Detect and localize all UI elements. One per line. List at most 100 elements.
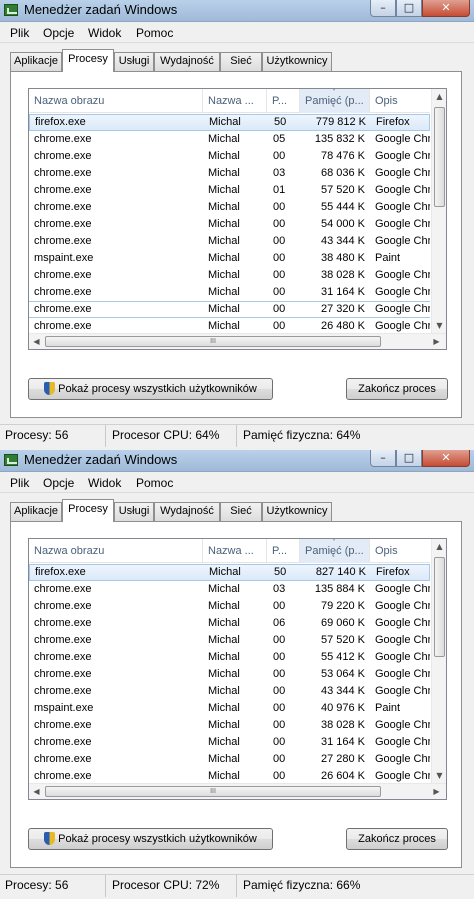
process-row[interactable]: chrome.exe Michal 01 57 520 K Google Chro	[29, 182, 430, 199]
horizontal-scroll-thumb[interactable]: III	[45, 786, 381, 797]
minimize-button[interactable]: –	[370, 0, 396, 17]
process-row[interactable]: chrome.exe Michal 00 57 520 K Google Chro	[29, 632, 430, 649]
process-row[interactable]: chrome.exe Michal 00 43 344 K Google Chro	[29, 233, 430, 250]
close-button[interactable]: ✕	[422, 450, 470, 467]
column-cpu[interactable]: P...	[267, 89, 300, 113]
process-cpu: 06	[273, 617, 286, 629]
process-list[interactable]: Nazwa obrazu Nazwa ... P... ▼Pamięć (p..…	[28, 538, 447, 800]
vertical-scrollbar[interactable]: ▲ ▼	[431, 539, 446, 783]
tab-uzytkownicy[interactable]: Użytkownicy	[262, 52, 332, 71]
process-row[interactable]: chrome.exe Michal 06 69 060 K Google Chro	[29, 615, 430, 632]
scroll-up-icon[interactable]: ▲	[432, 89, 446, 104]
process-memory: 31 164 K	[320, 736, 365, 748]
tab-siec[interactable]: Sieć	[220, 52, 262, 71]
maximize-button[interactable]: □	[396, 0, 422, 17]
tab-uslugi[interactable]: Usługi	[114, 52, 154, 71]
process-description: Google Chro	[375, 201, 430, 213]
process-name: chrome.exe	[34, 634, 92, 646]
process-row[interactable]: chrome.exe Michal 00 53 064 K Google Chro	[29, 666, 430, 683]
scroll-right-icon[interactable]: ▶	[429, 784, 444, 799]
menu-plik[interactable]: Plik	[10, 476, 29, 490]
column-description[interactable]: Opis	[370, 539, 430, 563]
end-process-button[interactable]: Zakończ proces	[346, 828, 448, 850]
process-row[interactable]: chrome.exe Michal 00 27 280 K Google Chro	[29, 751, 430, 768]
menu-plik[interactable]: Plik	[10, 26, 29, 40]
process-row[interactable]: chrome.exe Michal 00 31 164 K Google Chro	[29, 734, 430, 751]
horizontal-scrollbar[interactable]: ◀ III ▶	[29, 333, 446, 349]
column-memory-label: Pamięć (p...	[305, 95, 364, 107]
process-user: Michal	[208, 269, 240, 281]
horizontal-scrollbar[interactable]: ◀ III ▶	[29, 783, 446, 799]
tab-siec[interactable]: Sieć	[220, 502, 262, 521]
process-user: Michal	[208, 634, 240, 646]
menu-pomoc[interactable]: Pomoc	[136, 476, 173, 490]
menu-pomoc[interactable]: Pomoc	[136, 26, 173, 40]
tab-uslugi[interactable]: Usługi	[114, 502, 154, 521]
scroll-left-icon[interactable]: ◀	[29, 784, 44, 799]
process-description: Google Chro	[375, 736, 430, 748]
column-description[interactable]: Opis	[370, 89, 430, 113]
minimize-button[interactable]: –	[370, 450, 396, 467]
menu-opcje[interactable]: Opcje	[43, 476, 74, 490]
process-row[interactable]: mspaint.exe Michal 00 40 976 K Paint	[29, 700, 430, 717]
tab-wydajnosc[interactable]: Wydajność	[154, 52, 220, 71]
process-row[interactable]: chrome.exe Michal 00 54 000 K Google Chro	[29, 216, 430, 233]
scroll-down-icon[interactable]: ▼	[432, 768, 446, 783]
column-user-name[interactable]: Nazwa ...	[203, 539, 267, 563]
scroll-up-icon[interactable]: ▲	[432, 539, 446, 554]
tab-wydajnosc[interactable]: Wydajność	[154, 502, 220, 521]
sort-arrow-icon: ▼	[330, 89, 338, 95]
column-image-name[interactable]: Nazwa obrazu	[29, 539, 203, 563]
menu-opcje[interactable]: Opcje	[43, 26, 74, 40]
process-cpu: 00	[273, 651, 286, 663]
process-row[interactable]: chrome.exe Michal 00 27 320 K Google Chro	[29, 301, 430, 318]
process-row[interactable]: chrome.exe Michal 00 38 028 K Google Chro	[29, 717, 430, 734]
process-memory: 57 520 K	[320, 634, 365, 646]
show-all-processes-button[interactable]: Pokaż procesy wszystkich użytkowników	[28, 828, 273, 850]
title-bar[interactable]: Menedżer zadań Windows – □ ✕	[0, 0, 474, 22]
process-row[interactable]: chrome.exe Michal 00 55 444 K Google Chro	[29, 199, 430, 216]
process-row[interactable]: chrome.exe Michal 00 78 476 K Google Chro	[29, 148, 430, 165]
tab-aplikacje[interactable]: Aplikacje	[10, 52, 62, 71]
scroll-left-icon[interactable]: ◀	[29, 334, 44, 349]
process-memory: 69 060 K	[320, 617, 365, 629]
scroll-down-icon[interactable]: ▼	[432, 318, 446, 333]
end-process-button[interactable]: Zakończ proces	[346, 378, 448, 400]
tab-procesy[interactable]: Procesy	[62, 49, 114, 72]
column-cpu[interactable]: P...	[267, 539, 300, 563]
process-row[interactable]: chrome.exe Michal 00 31 164 K Google Chro	[29, 284, 430, 301]
menu-widok[interactable]: Widok	[88, 26, 121, 40]
process-row[interactable]: chrome.exe Michal 03 135 884 K Google Chro	[29, 581, 430, 598]
show-all-processes-button[interactable]: Pokaż procesy wszystkich użytkowników	[28, 378, 273, 400]
process-row[interactable]: firefox.exe Michal 50 779 812 K Firefox	[29, 114, 430, 131]
close-button[interactable]: ✕	[422, 0, 470, 17]
process-row[interactable]: chrome.exe Michal 05 135 832 K Google Chro	[29, 131, 430, 148]
process-user: Michal	[208, 252, 240, 264]
menu-widok[interactable]: Widok	[88, 476, 121, 490]
horizontal-scroll-thumb[interactable]: III	[45, 336, 381, 347]
process-cpu: 00	[273, 634, 286, 646]
process-row[interactable]: mspaint.exe Michal 00 38 480 K Paint	[29, 250, 430, 267]
processes-panel: Nazwa obrazu Nazwa ... P... ▼Pamięć (p..…	[10, 521, 462, 868]
maximize-button[interactable]: □	[396, 450, 422, 467]
vertical-scrollbar[interactable]: ▲ ▼	[431, 89, 446, 333]
process-row[interactable]: chrome.exe Michal 00 55 412 K Google Chro	[29, 649, 430, 666]
process-row[interactable]: chrome.exe Michal 00 43 344 K Google Chro	[29, 683, 430, 700]
column-memory[interactable]: ▼Pamięć (p...	[300, 539, 370, 563]
title-bar[interactable]: Menedżer zadań Windows – □ ✕	[0, 450, 474, 472]
process-row[interactable]: firefox.exe Michal 50 827 140 K Firefox	[29, 564, 430, 581]
column-image-name[interactable]: Nazwa obrazu	[29, 89, 203, 113]
process-row[interactable]: chrome.exe Michal 03 68 036 K Google Chro	[29, 165, 430, 182]
tab-uzytkownicy[interactable]: Użytkownicy	[262, 502, 332, 521]
tab-aplikacje[interactable]: Aplikacje	[10, 502, 62, 521]
process-cpu: 00	[273, 235, 286, 247]
column-memory[interactable]: ▼Pamięć (p...	[300, 89, 370, 113]
tab-procesy[interactable]: Procesy	[62, 499, 114, 522]
process-list[interactable]: Nazwa obrazu Nazwa ... P... ▼Pamięć (p..…	[28, 88, 447, 350]
vertical-scroll-thumb[interactable]	[434, 107, 445, 207]
column-user-name[interactable]: Nazwa ...	[203, 89, 267, 113]
vertical-scroll-thumb[interactable]	[434, 557, 445, 657]
process-row[interactable]: chrome.exe Michal 00 79 220 K Google Chro	[29, 598, 430, 615]
scroll-right-icon[interactable]: ▶	[429, 334, 444, 349]
process-row[interactable]: chrome.exe Michal 00 38 028 K Google Chro	[29, 267, 430, 284]
